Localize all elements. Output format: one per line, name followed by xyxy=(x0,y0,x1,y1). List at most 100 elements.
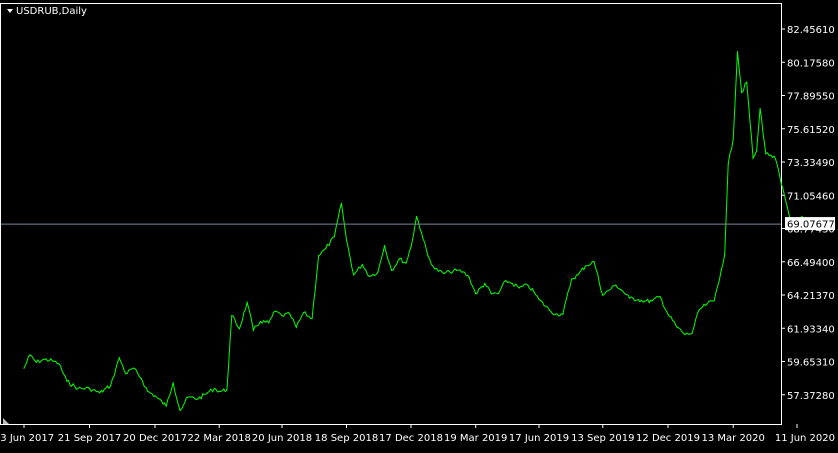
price-point xyxy=(456,269,458,272)
price-point xyxy=(333,236,335,238)
price-point xyxy=(340,202,343,204)
price-point xyxy=(427,255,429,257)
price-point xyxy=(281,315,283,317)
x-axis: 23 Jun 2017 21 Sep 201720 Dec 201722 Mar … xyxy=(0,424,835,444)
price-chart[interactable]: 82.45610 80.17580 77.89550 75.61520 73.33490… xyxy=(0,0,838,449)
price-point xyxy=(391,269,393,272)
price-point xyxy=(238,328,241,330)
price-point xyxy=(259,320,261,323)
price-point xyxy=(727,163,729,165)
price-point xyxy=(637,298,639,301)
price-point xyxy=(759,107,761,110)
price-point xyxy=(35,361,37,363)
price-point xyxy=(593,261,595,263)
price-point xyxy=(720,269,722,272)
price-point xyxy=(621,290,623,292)
price-point xyxy=(43,358,45,360)
price-point xyxy=(317,255,320,257)
price-point xyxy=(132,367,134,369)
price-point xyxy=(615,284,617,286)
price-point xyxy=(187,396,189,398)
price-point xyxy=(361,263,363,266)
symbol-header[interactable]: USDRUB,Daily xyxy=(7,6,87,17)
y-tick-label: 66.49400 xyxy=(787,258,835,269)
y-tick-label: 73.33490 xyxy=(787,158,835,169)
price-point xyxy=(741,91,743,94)
price-point xyxy=(449,271,451,273)
price-point xyxy=(475,293,477,295)
price-point xyxy=(518,287,520,289)
price-point xyxy=(667,313,669,315)
price-point xyxy=(231,315,233,317)
price-point xyxy=(801,215,803,218)
price-point xyxy=(736,51,739,53)
x-tick-label: 17 Jun 2019 xyxy=(509,433,569,444)
y-tick-label: 77.89550 xyxy=(787,92,835,103)
price-point xyxy=(99,392,101,394)
price-point xyxy=(29,354,31,356)
price-point xyxy=(484,282,486,285)
price-point xyxy=(691,332,693,334)
x-tick-label: 20 Jun 2018 xyxy=(252,433,312,444)
price-point xyxy=(226,389,228,391)
price-point xyxy=(628,297,631,299)
price-point xyxy=(172,382,174,384)
price-point xyxy=(405,262,407,264)
price-point xyxy=(602,294,604,296)
x-tick-label: 12 Dec 2019 xyxy=(636,433,700,444)
x-tick-label: 13 Mar 2020 xyxy=(702,433,765,444)
x-tick-label: 17 Dec 2018 xyxy=(379,433,443,444)
price-point xyxy=(252,329,254,331)
price-point xyxy=(577,274,579,276)
price-point xyxy=(497,293,499,295)
price-point xyxy=(383,245,386,247)
price-point xyxy=(442,272,444,274)
price-point xyxy=(377,271,379,273)
price-point xyxy=(218,390,220,393)
price-point xyxy=(66,380,68,382)
price-point xyxy=(325,247,327,250)
price-point xyxy=(410,246,412,248)
price-point xyxy=(651,300,653,302)
price-point xyxy=(206,392,208,394)
y-tick-label: 82.45610 xyxy=(787,25,835,36)
price-point xyxy=(538,298,540,301)
price-point xyxy=(746,81,748,83)
price-point xyxy=(698,309,700,311)
price-point xyxy=(684,333,686,336)
chart-window[interactable]: 82.45610 80.17580 77.89550 75.61520 73.33490… xyxy=(0,0,838,449)
symbol-label: USDRUB,Daily xyxy=(16,6,87,17)
price-point xyxy=(416,215,418,218)
y-tick-label: 59.65310 xyxy=(787,358,835,369)
price-point xyxy=(468,277,470,279)
price-point xyxy=(268,322,270,324)
price-point xyxy=(713,300,715,302)
price-point xyxy=(511,282,513,285)
price-point xyxy=(147,390,149,393)
price-point xyxy=(23,367,25,369)
price-point xyxy=(752,157,754,159)
y-tick-label: 64.21370 xyxy=(787,291,835,302)
price-point xyxy=(246,301,248,304)
y-tick-label: 80.17580 xyxy=(787,58,835,69)
price-point xyxy=(706,303,708,305)
price-point xyxy=(765,153,767,155)
price-point xyxy=(505,280,507,282)
x-tick-label: 19 Mar 2019 xyxy=(444,433,507,444)
price-point xyxy=(659,296,661,298)
x-tick-label: 18 Sep 2018 xyxy=(315,433,378,444)
price-point xyxy=(786,205,788,207)
price-point xyxy=(562,313,564,315)
price-point xyxy=(88,387,91,390)
price-point xyxy=(676,326,678,328)
current-price-label: 69.07677 xyxy=(787,220,835,231)
price-point xyxy=(584,265,586,267)
price-point xyxy=(295,326,297,328)
price-point xyxy=(533,291,535,293)
price-point xyxy=(311,317,313,320)
price-point xyxy=(58,363,60,365)
y-tick-label: 57.37280 xyxy=(787,391,835,402)
price-point xyxy=(345,239,348,241)
price-point xyxy=(420,231,423,234)
price-point xyxy=(154,395,156,397)
